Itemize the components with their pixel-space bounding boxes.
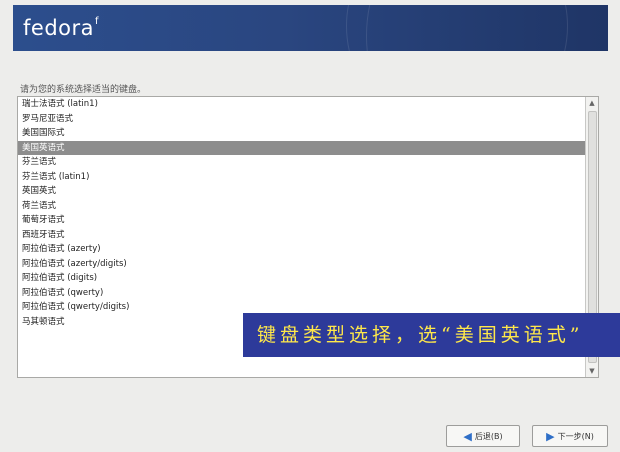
next-button[interactable]: ▶ 下一步(N) [532, 425, 608, 447]
keyboard-list-item[interactable]: 芬兰语式 [18, 155, 598, 170]
next-arrow-icon: ▶ [546, 429, 555, 443]
fedora-banner: fedoraf [13, 5, 608, 51]
keyboard-prompt: 请为您的系统选择适当的键盘。 [20, 85, 147, 95]
keyboard-list-item[interactable]: 葡萄牙语式 [18, 213, 598, 228]
keyboard-list-item[interactable]: 阿拉伯语式 (azerty) [18, 242, 598, 257]
keyboard-list-item[interactable]: 美国英语式 [18, 140, 598, 155]
scroll-up-arrow-icon[interactable]: ▲ [586, 97, 598, 109]
keyboard-list-item[interactable]: 瑞士法语式 (latin1) [18, 97, 598, 112]
keyboard-list-item[interactable]: 阿拉伯语式 (digits) [18, 271, 598, 286]
keyboard-list-items: 瑞士法语式 (latin1) 罗马尼亚语式 美国国际式 美国英语式 芬兰语式 芬兰语式 (… [18, 97, 598, 329]
fedora-logo: fedoraf [23, 16, 99, 40]
next-button-label: 下一步(N) [557, 431, 594, 441]
fedora-logo-text: fedora [23, 16, 94, 40]
keyboard-list-item[interactable]: 西班牙语式 [18, 228, 598, 243]
back-arrow-icon: ◀ [463, 429, 472, 443]
keyboard-list-item[interactable]: 荷兰语式 [18, 199, 598, 214]
annotation-banner: 键盘类型选择，选“美国英语式” [243, 313, 620, 357]
keyboard-list-item[interactable]: 罗马尼亚语式 [18, 112, 598, 127]
keyboard-list-item[interactable]: 美国国际式 [18, 126, 598, 141]
back-button[interactable]: ◀ 后退(B) [446, 425, 520, 447]
scroll-down-arrow-icon[interactable]: ▼ [586, 365, 598, 377]
fedora-logo-mark: f [95, 16, 100, 27]
keyboard-list-item[interactable]: 芬兰语式 (latin1) [18, 170, 598, 185]
keyboard-list-item[interactable]: 英国英式 [18, 184, 598, 199]
banner-swirl-decoration [346, 5, 568, 51]
back-button-label: 后退(B) [474, 431, 503, 441]
keyboard-list-item[interactable]: 阿拉伯语式 (qwerty) [18, 286, 598, 301]
keyboard-list-item[interactable]: 阿拉伯语式 (azerty/digits) [18, 257, 598, 272]
